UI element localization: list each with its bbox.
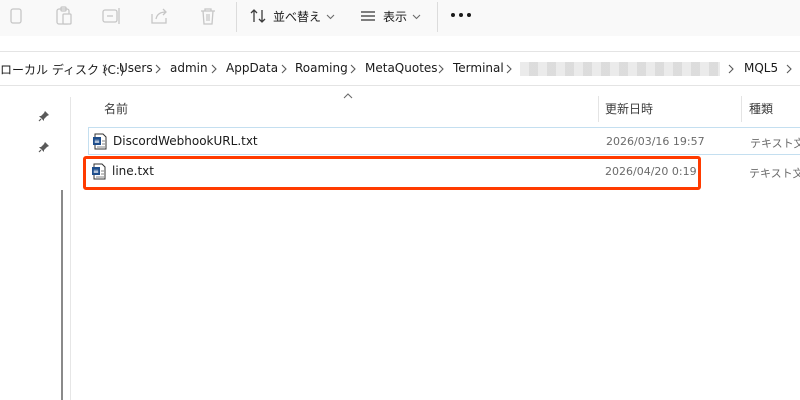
chevron-right-icon[interactable]: [785, 64, 793, 74]
redacted-folder-name: [520, 62, 720, 76]
chevron-right-icon[interactable]: [101, 64, 109, 74]
breadcrumb-users[interactable]: Users: [119, 61, 153, 75]
pane-divider[interactable]: [70, 97, 71, 400]
paste-icon[interactable]: [52, 4, 76, 28]
chevron-right-icon[interactable]: [505, 64, 513, 74]
svg-text:≡: ≡: [94, 138, 100, 146]
delete-icon[interactable]: [196, 4, 220, 28]
share-icon[interactable]: [148, 4, 172, 28]
file-modified: 2026/03/16 19:57: [606, 135, 705, 148]
more-icon[interactable]: [450, 12, 472, 18]
nav-pane-scrollbar[interactable]: [61, 190, 63, 400]
chevron-right-icon[interactable]: [727, 64, 735, 74]
breadcrumb-mql5[interactable]: MQL5: [744, 61, 778, 75]
toolbar-separator: [236, 2, 237, 32]
chevron-right-icon[interactable]: [280, 64, 288, 74]
sort-button[interactable]: 並べ替え: [249, 4, 335, 28]
column-separator[interactable]: [741, 96, 742, 122]
chevron-down-icon: [412, 14, 421, 19]
pin-icon[interactable]: [38, 141, 50, 153]
file-name: DiscordWebhookURL.txt: [113, 134, 258, 148]
pin-icon[interactable]: [38, 110, 50, 122]
chevron-right-icon[interactable]: [437, 64, 445, 74]
view-button[interactable]: 表示: [359, 4, 421, 28]
sort-icon: [250, 9, 266, 23]
sort-ascending-icon: [343, 93, 353, 99]
column-separator[interactable]: [598, 96, 599, 122]
breadcrumb-metaquotes[interactable]: MetaQuotes: [365, 61, 438, 75]
view-label: 表示: [383, 9, 408, 24]
file-type: テキスト文書: [749, 167, 800, 180]
column-header-name[interactable]: 名前: [104, 100, 128, 117]
rename-icon[interactable]: [100, 4, 124, 28]
sort-label: 並べ替え: [273, 9, 322, 24]
file-row[interactable]: ≡ DiscordWebhookURL.txt 2026/03/16 19:57…: [88, 127, 800, 155]
chevron-right-icon[interactable]: [154, 64, 162, 74]
breadcrumb-terminal[interactable]: Terminal: [453, 61, 504, 75]
view-icon: [361, 11, 375, 21]
highlight-box: [83, 156, 701, 190]
breadcrumb-appdata[interactable]: AppData: [226, 61, 278, 75]
toolbar-separator: [437, 2, 438, 32]
chevron-right-icon[interactable]: [210, 64, 218, 74]
copy-icon[interactable]: [4, 4, 28, 28]
chevron-right-icon[interactable]: [349, 64, 357, 74]
breadcrumb-admin[interactable]: admin: [170, 61, 208, 75]
breadcrumb-roaming[interactable]: Roaming: [295, 61, 348, 75]
column-header-type[interactable]: 種類: [749, 100, 773, 117]
text-file-icon: ≡: [93, 133, 107, 150]
address-bar[interactable]: ローカル ディスク (C:) Users admin AppData Roami…: [0, 51, 800, 86]
file-type: テキスト文書: [750, 137, 800, 150]
toolbar: 並べ替え 表示: [0, 0, 800, 36]
chevron-down-icon: [326, 14, 335, 19]
column-header-modified[interactable]: 更新日時: [605, 100, 653, 117]
